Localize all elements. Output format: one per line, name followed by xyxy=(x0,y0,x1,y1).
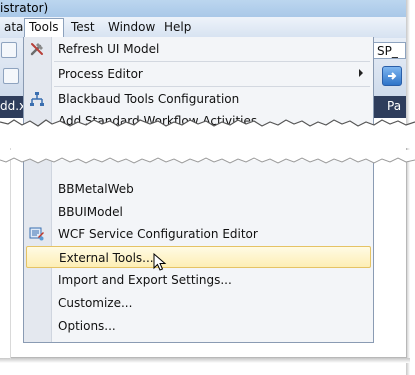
frame-shadow-bottom xyxy=(0,358,410,363)
screenshot: istrator) ata Tools Test Window Help SP_… xyxy=(0,0,415,375)
menu-item-bbmetalweb[interactable]: BBMetalWeb xyxy=(24,178,373,200)
menu-item-label: Customize... xyxy=(58,296,133,310)
menu-separator xyxy=(54,86,370,87)
menu-item-label: External Tools... xyxy=(59,251,154,265)
hammer-wrench-icon xyxy=(29,41,45,57)
menu-item-label: Options... xyxy=(58,319,116,333)
tools-menu-bottom: BBMetalWeb BBUIModel WCF Service Configu… xyxy=(23,160,374,343)
menu-item-bbuimodel[interactable]: BBUIModel xyxy=(24,201,373,223)
menu-item-options[interactable]: Options... xyxy=(24,315,373,337)
menu-item-process-editor[interactable]: Process Editor xyxy=(24,63,373,85)
menu-item-label: WCF Service Configuration Editor xyxy=(58,227,258,241)
menu-item-label: Import and Export Settings... xyxy=(58,273,232,287)
menu-item-label: BBMetalWeb xyxy=(58,182,134,196)
menu-test[interactable]: Test xyxy=(67,19,99,35)
navigate-go-icon[interactable] xyxy=(382,66,402,86)
submenu-arrow-icon xyxy=(359,69,363,77)
menu-item-label: Process Editor xyxy=(58,67,143,81)
torn-edge-top xyxy=(0,119,415,148)
menu-separator xyxy=(54,61,370,62)
menu-tools[interactable]: Tools xyxy=(24,18,64,38)
solution-config-combo[interactable]: SP_ xyxy=(373,42,406,59)
menu-item-wcf-service-configuration-editor[interactable]: WCF Service Configuration Editor xyxy=(24,223,373,245)
mouse-pointer-icon xyxy=(153,253,167,271)
menu-item-label: Blackbaud Tools Configuration xyxy=(58,92,240,106)
window-title: istrator) xyxy=(0,1,49,15)
menu-item-blackbaud-tools-configuration[interactable]: Blackbaud Tools Configuration xyxy=(24,88,373,110)
menu-item-label: Refresh UI Model xyxy=(58,42,160,56)
toolbar-layout-icon[interactable] xyxy=(3,68,19,84)
menu-item-external-tools[interactable]: External Tools... xyxy=(26,246,371,268)
menu-window[interactable]: Window xyxy=(104,19,159,35)
menu-bar: ata Tools Test Window Help xyxy=(0,17,406,39)
menu-help[interactable]: Help xyxy=(160,19,195,35)
frame-border-bottom xyxy=(10,357,406,358)
torn-edge-bottom xyxy=(0,150,415,164)
toolbar-button-icon[interactable] xyxy=(1,42,17,58)
wcf-editor-icon xyxy=(29,226,45,242)
title-bar: istrator) xyxy=(0,0,406,17)
menu-item-refresh-ui-model[interactable]: Refresh UI Model xyxy=(24,38,373,60)
menu-item-label: BBUIModel xyxy=(58,205,123,219)
menu-item-customize[interactable]: Customize... xyxy=(24,292,373,314)
menu-item-import-export-settings[interactable]: Import and Export Settings... xyxy=(24,269,373,291)
config-tree-icon xyxy=(29,91,45,107)
